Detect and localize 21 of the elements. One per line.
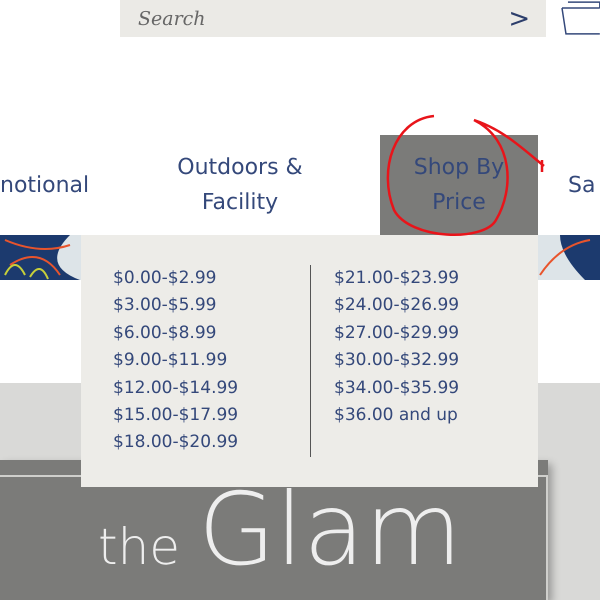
nav-link[interactable]: Sa bbox=[568, 135, 600, 235]
price-range-link[interactable]: $34.00-$35.99 bbox=[334, 374, 460, 402]
promo-headline: Glam bbox=[198, 477, 462, 582]
price-range-link[interactable]: $18.00-$20.99 bbox=[113, 429, 310, 457]
search-field[interactable]: Search > bbox=[120, 0, 546, 37]
price-range-link[interactable]: $0.00-$2.99 bbox=[113, 265, 310, 292]
price-range-link[interactable]: $15.00-$17.99 bbox=[113, 402, 310, 430]
nav-link[interactable]: Outdoors & Facility bbox=[140, 135, 340, 235]
nav-link[interactable]: notional bbox=[0, 135, 140, 235]
price-range-link[interactable]: $21.00-$23.99 bbox=[334, 265, 460, 292]
price-range-link[interactable]: $6.00-$8.99 bbox=[113, 320, 310, 348]
promo-title: the bbox=[98, 518, 180, 576]
price-range-link[interactable]: $3.00-$5.99 bbox=[113, 292, 310, 320]
price-range-link[interactable]: $12.00-$14.99 bbox=[113, 374, 310, 402]
price-range-link[interactable]: $24.00-$26.99 bbox=[334, 292, 460, 320]
cart-icon[interactable] bbox=[560, 0, 600, 36]
price-range-link[interactable]: $9.00-$11.99 bbox=[113, 347, 310, 375]
price-range-link[interactable]: $36.00 and up bbox=[334, 402, 460, 430]
search-submit-button[interactable]: > bbox=[508, 6, 530, 32]
price-range-link[interactable]: $30.00-$32.99 bbox=[334, 347, 460, 375]
price-range-link[interactable]: $27.00-$29.99 bbox=[334, 320, 460, 348]
